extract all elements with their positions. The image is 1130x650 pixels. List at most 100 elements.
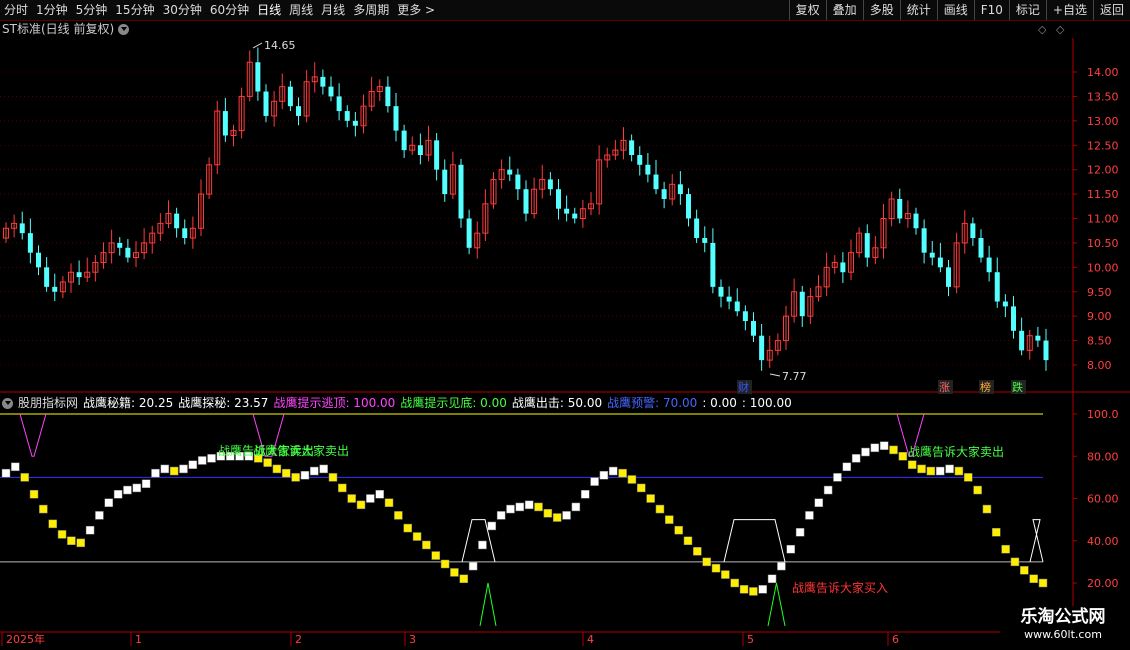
indicator-block <box>590 477 599 486</box>
low-price-label: 7.77 <box>782 370 807 383</box>
indicator-block <box>861 447 870 457</box>
candle-body <box>1019 330 1025 351</box>
indicator-dropdown-icon[interactable] <box>2 397 13 409</box>
indicator-block <box>599 471 609 480</box>
watermark: 乐淘公式网 www.60lt.com <box>1000 606 1126 646</box>
price-label-9: 9.50 <box>1087 286 1112 299</box>
event-badge-0: 财 <box>738 380 749 394</box>
candle-body <box>1035 335 1041 341</box>
high-marker <box>252 42 263 49</box>
indicator-block <box>954 466 964 476</box>
price-label-12: 8.00 <box>1087 359 1112 372</box>
indicator-block <box>833 473 842 482</box>
indicator-block <box>879 441 889 450</box>
indicator-block <box>814 498 824 507</box>
candle-body <box>466 218 472 248</box>
signal-annotation-2: 战鹰告诉大家卖出 <box>908 444 1004 459</box>
candle-body <box>515 174 521 190</box>
candle-body <box>434 140 440 170</box>
indicator-block <box>992 528 1001 537</box>
candle-body <box>27 233 33 253</box>
candle-body <box>572 213 578 219</box>
indicator-block <box>347 494 356 503</box>
candle-body <box>287 86 293 107</box>
ind-axis-label-1: 80.00 <box>1087 450 1119 463</box>
indicator-block <box>786 544 796 554</box>
indicator-block <box>459 574 469 584</box>
indicator-block <box>207 454 216 463</box>
indicator-block <box>1029 574 1038 584</box>
indicator-block <box>926 466 936 476</box>
candle-body <box>36 252 41 268</box>
candle-body <box>556 189 561 209</box>
time-label-0: 2025年 <box>6 632 45 646</box>
time-label-1: 1 <box>135 633 142 646</box>
indicator-block <box>440 559 450 569</box>
candle-body <box>352 120 358 126</box>
candle-body <box>328 86 334 97</box>
candle-body <box>174 213 180 229</box>
indicator-block <box>169 466 179 476</box>
indicator-field-3: 战鹰提示见底: 0.00 <box>400 396 507 410</box>
indicator-block <box>618 468 627 478</box>
indicator-block <box>777 561 786 571</box>
indicator-block <box>403 523 412 533</box>
price-label-1: 13.50 <box>1087 90 1119 103</box>
indicator-block <box>907 460 917 469</box>
candle-body <box>255 62 261 92</box>
candle-body <box>629 140 635 156</box>
indicator-field-2: 战鹰提示逃顶: 100.00 <box>273 396 396 410</box>
candle-body <box>759 335 765 361</box>
candle-body <box>564 208 570 214</box>
candle-body <box>742 311 748 322</box>
candle-body <box>385 86 391 107</box>
indicator-block <box>842 462 852 472</box>
indicator-block <box>702 557 711 567</box>
candle-body <box>897 198 903 219</box>
candle-body <box>1011 306 1016 331</box>
candle-body <box>523 189 529 214</box>
indicator-block <box>328 473 338 482</box>
low-marker <box>769 373 781 377</box>
candle-body <box>117 242 123 248</box>
candle-body <box>751 321 756 336</box>
candle-body <box>686 194 691 219</box>
candle-body <box>637 155 643 165</box>
indicator-block <box>95 511 104 520</box>
indicator-block <box>534 502 543 512</box>
time-label-5: 5 <box>747 633 754 646</box>
indicator-block <box>805 511 814 520</box>
kline-chart[interactable]: 14.00 13.50 13.00 12.50 12.00 11.50 11.00 10.50… <box>0 0 1130 650</box>
time-label-2: 2 <box>295 633 302 646</box>
candle-body <box>929 252 935 258</box>
indicator-block <box>693 547 702 556</box>
indicator-block <box>795 528 805 537</box>
indicator-block <box>113 490 123 499</box>
indicator-block <box>571 502 581 512</box>
indicator-block <box>524 500 534 510</box>
indicator-field-6: : 0.00 <box>702 396 737 410</box>
indicator-block <box>300 471 310 480</box>
indicator-block <box>515 502 525 512</box>
indicator-block <box>39 504 48 514</box>
candle-body <box>125 247 131 258</box>
candle-body <box>661 189 667 199</box>
bottom-signal <box>767 582 786 627</box>
indicator-block <box>160 464 170 474</box>
indicator-block <box>319 464 328 474</box>
candle-body <box>799 291 805 317</box>
attack-signal <box>1029 519 1044 562</box>
indicator-name: 股朋指标网 <box>18 396 79 410</box>
indicator-block <box>29 490 39 499</box>
indicator-field-5: 战鹰预警: 70.00 <box>607 396 698 410</box>
signal-annotation-3: 战鹰告诉大家买入 <box>792 580 888 595</box>
candle-body <box>44 267 50 287</box>
candle-body <box>864 233 870 258</box>
ind-axis-label-2: 60.00 <box>1087 493 1119 506</box>
candle-body <box>507 169 513 175</box>
candle-body <box>417 145 423 156</box>
indicator-field-1: 战鹰探秘: 23.57 <box>178 396 269 410</box>
candle-body <box>344 111 350 121</box>
indicator-block <box>422 540 431 550</box>
indicator-block <box>823 485 833 495</box>
